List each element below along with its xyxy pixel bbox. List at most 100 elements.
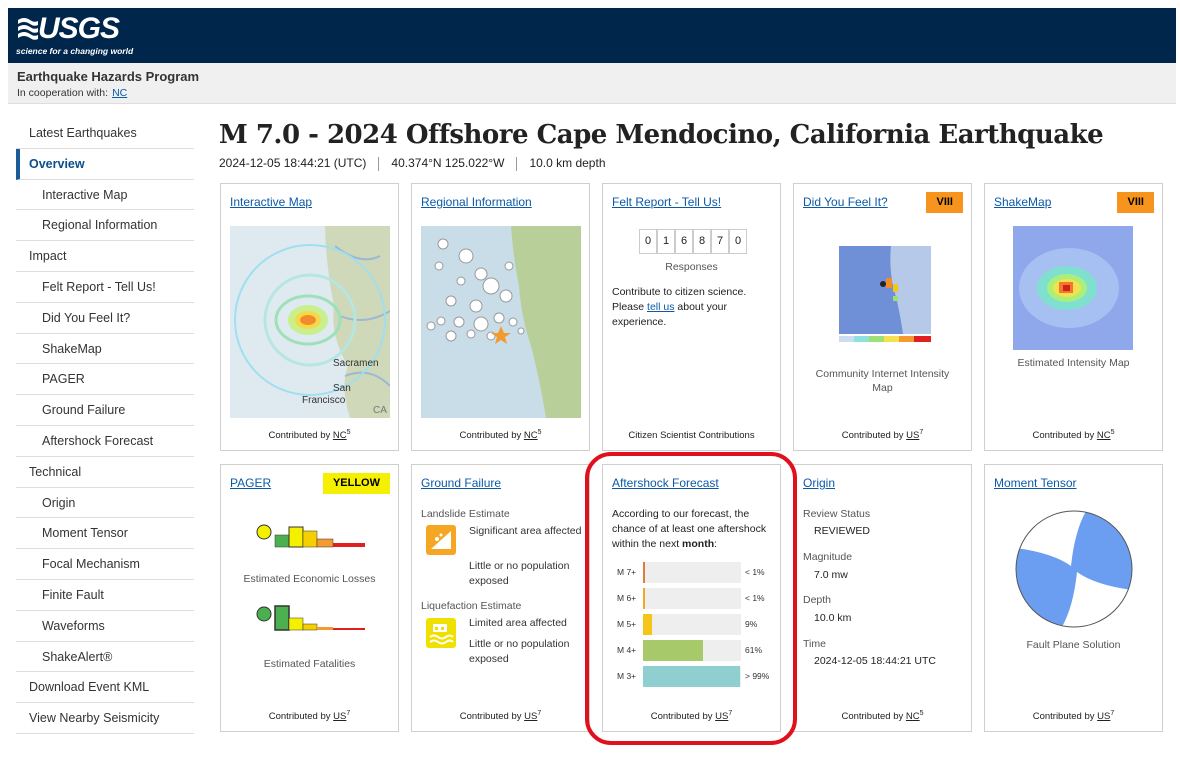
- time-value: 2024-12-05 18:44:21 UTC: [814, 655, 936, 667]
- dyfi-map-thumbnail[interactable]: [831, 236, 941, 356]
- sidebar-item-focal-mechanism[interactable]: Focal Mechanism: [16, 549, 194, 580]
- contrib-count: 5: [919, 709, 924, 717]
- liquefaction-label: Liquefaction Estimate: [421, 600, 522, 612]
- dyfi-link[interactable]: Did You Feel It?: [803, 195, 888, 209]
- sidebar-item-shakealert[interactable]: ShakeAlert®: [16, 642, 194, 673]
- counter-digit: 7: [711, 229, 729, 254]
- contrib-prefix: Contributed by: [268, 430, 331, 441]
- contrib-count: 7: [1110, 709, 1115, 717]
- pager-contributor: Contributed by US7: [221, 710, 398, 722]
- review-status-value: REVIEWED: [814, 525, 871, 537]
- shakemap-link[interactable]: ShakeMap: [994, 195, 1051, 209]
- counter-digit: 0: [729, 229, 747, 254]
- usgs-logo-tagline: science for a changing world: [16, 46, 134, 56]
- pager-link[interactable]: PAGER: [230, 476, 271, 490]
- ground-failure-link[interactable]: Ground Failure: [421, 476, 501, 490]
- contrib-network-link[interactable]: US: [1097, 711, 1110, 722]
- sidebar-item-download-kml[interactable]: Download Event KML: [16, 672, 194, 704]
- contrib-network-link[interactable]: NC: [524, 430, 538, 441]
- meta-divider: [378, 156, 380, 171]
- beachball-icon[interactable]: [1013, 508, 1135, 630]
- contrib-network-link[interactable]: US: [333, 711, 346, 722]
- interactive-map-link[interactable]: Interactive Map: [230, 195, 312, 209]
- landslide-label: Landslide Estimate: [421, 508, 510, 520]
- moment-tensor-link[interactable]: Moment Tensor: [994, 476, 1076, 490]
- sidebar-item-did-you-feel-it[interactable]: Did You Feel It?: [16, 303, 194, 334]
- tell-us-link[interactable]: tell us: [647, 301, 674, 313]
- landslide-population-text: Little or no population exposed: [469, 560, 570, 587]
- regional-information-link[interactable]: Regional Information: [421, 195, 532, 209]
- dyfi-caption: Community Internet Intensity Map: [815, 368, 950, 394]
- sidebar-item-interactive-map[interactable]: Interactive Map: [16, 180, 194, 211]
- origin-link[interactable]: Origin: [803, 476, 835, 490]
- contrib-prefix: Contributed by: [268, 711, 331, 722]
- map-label-san: San: [333, 383, 351, 394]
- counter-digit: 1: [657, 229, 675, 254]
- event-sidebar-nav: Latest Earthquakes Overview Interactive …: [16, 118, 194, 734]
- contrib-count: 5: [537, 428, 542, 436]
- sidebar-item-shakemap[interactable]: ShakeMap: [16, 334, 194, 365]
- event-meta: 2024-12-05 18:44:21 (UTC) 40.374°N 125.02…: [219, 156, 606, 171]
- sidebar-item-technical[interactable]: Technical: [16, 457, 194, 488]
- interactive-map-thumbnail[interactable]: Sacramen San Francisco CA: [230, 226, 390, 418]
- card-interactive-map[interactable]: Interactive Map Sacramen San Francisco C…: [220, 183, 399, 451]
- contrib-prefix: Contributed by: [459, 430, 522, 441]
- usgs-logo[interactable]: USGS science for a changing world: [16, 12, 136, 58]
- aftershock-highlight-annotation: [585, 452, 797, 745]
- contrib-count: 5: [346, 428, 351, 436]
- card-felt-report[interactable]: Felt Report - Tell Us! 0 1 6 8 7 0 Respo…: [602, 183, 781, 451]
- sidebar-item-finite-fault[interactable]: Finite Fault: [16, 580, 194, 611]
- liquefaction-area-text: Limited area affected: [469, 617, 567, 629]
- origin-contributor: Contributed by NC5: [794, 710, 971, 722]
- sidebar-item-moment-tensor[interactable]: Moment Tensor: [16, 518, 194, 550]
- citizen-science-text: Contribute to citizen science. Please te…: [612, 285, 772, 330]
- pager-losses-caption: Estimated Economic Losses: [243, 573, 376, 585]
- event-time: 2024-12-05 18:44:21 (UTC): [219, 156, 367, 170]
- sidebar-item-pager[interactable]: PAGER: [16, 364, 194, 396]
- card-regional-information[interactable]: Regional Information Contributed by NC5: [411, 183, 590, 451]
- card-pager[interactable]: PAGER YELLOW Estimated Economic Losses E…: [220, 464, 399, 732]
- card-ground-failure[interactable]: Ground Failure Landslide Estimate Signif…: [411, 464, 590, 732]
- card-did-you-feel-it[interactable]: Did You Feel It? VIII Community Internet…: [793, 183, 972, 451]
- shakemap-intensity-badge: VIII: [1117, 192, 1154, 213]
- contrib-count: 7: [346, 709, 351, 717]
- sidebar-item-overview[interactable]: Overview: [16, 148, 194, 180]
- pager-alert-badge: YELLOW: [322, 473, 390, 494]
- map-label-ca: CA: [373, 405, 387, 416]
- event-title: M 7.0 - 2024 Offshore Cape Mendocino, Ca…: [219, 120, 1104, 150]
- regional-map-thumbnail[interactable]: [421, 226, 581, 418]
- sidebar-item-nearby-seismicity[interactable]: View Nearby Seismicity: [16, 703, 194, 734]
- shakemap-thumbnail[interactable]: [1013, 226, 1133, 350]
- sidebar-item-felt-report[interactable]: Felt Report - Tell Us!: [16, 272, 194, 303]
- interactive-map-contributor: Contributed by NC5: [221, 429, 398, 441]
- magnitude-value: 7.0 mw: [814, 569, 848, 581]
- card-shakemap[interactable]: ShakeMap VIII Estimated Intensity Map Co…: [984, 183, 1163, 451]
- pager-losses-histogram: [256, 524, 365, 548]
- shakemap-caption: Estimated Intensity Map: [1017, 357, 1130, 369]
- sidebar-item-aftershock-forecast[interactable]: Aftershock Forecast: [16, 426, 194, 457]
- contrib-network-link[interactable]: NC: [333, 430, 347, 441]
- dyfi-intensity-badge: VIII: [926, 192, 963, 213]
- card-moment-tensor[interactable]: Moment Tensor Fault Plane Solution Contr…: [984, 464, 1163, 732]
- contrib-network-link[interactable]: US: [524, 711, 537, 722]
- cooperation-label: In cooperation with:: [17, 87, 109, 99]
- cooperation-line: In cooperation with: NC: [17, 87, 127, 99]
- sidebar-item-latest-earthquakes[interactable]: Latest Earthquakes: [16, 118, 194, 149]
- sidebar-item-origin[interactable]: Origin: [16, 488, 194, 519]
- sidebar-item-impact[interactable]: Impact: [16, 241, 194, 272]
- moment-tensor-contributor: Contributed by US7: [985, 710, 1162, 722]
- contrib-network-link[interactable]: US: [906, 430, 919, 441]
- sidebar-item-ground-failure[interactable]: Ground Failure: [16, 395, 194, 426]
- contrib-network-link[interactable]: NC: [906, 711, 920, 722]
- card-origin[interactable]: Origin Review Status REVIEWED Magnitude …: [793, 464, 972, 732]
- event-location: 40.374°N 125.022°W: [391, 156, 505, 170]
- sidebar-item-waveforms[interactable]: Waveforms: [16, 611, 194, 642]
- contrib-prefix: Contributed by: [1032, 430, 1095, 441]
- felt-report-link[interactable]: Felt Report - Tell Us!: [612, 195, 721, 209]
- counter-digit: 8: [693, 229, 711, 254]
- sidebar-item-regional-information[interactable]: Regional Information: [16, 210, 194, 242]
- liquefaction-population-text: Little or no population exposed: [469, 638, 570, 665]
- cooperation-link-nc[interactable]: NC: [112, 87, 127, 99]
- contrib-prefix: Contributed by: [459, 711, 522, 722]
- contrib-network-link[interactable]: NC: [1097, 430, 1111, 441]
